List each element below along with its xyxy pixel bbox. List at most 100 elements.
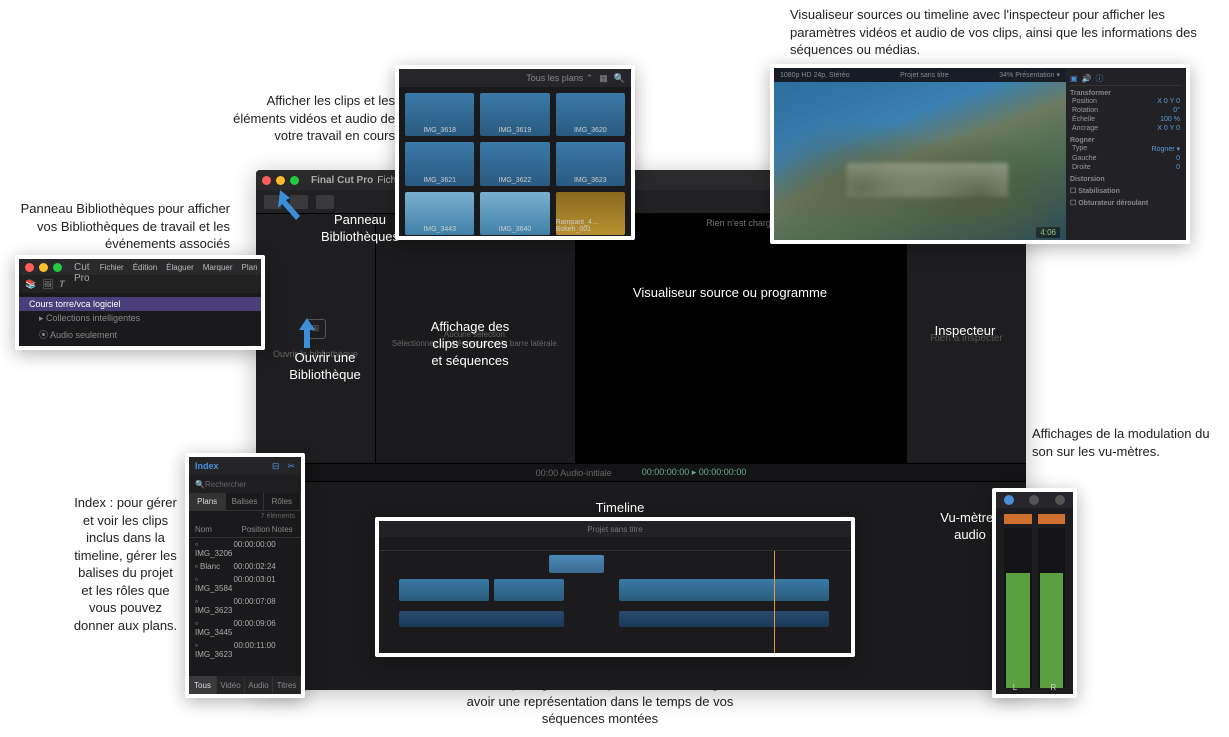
tool-icon[interactable]: ⊟ (272, 461, 280, 472)
import-button[interactable] (264, 195, 282, 209)
smart-collection-item[interactable]: ⦿ Audio seulement (19, 326, 261, 343)
clip-thumbnail[interactable]: IMG_3620 (556, 93, 625, 136)
index-filter-vidéo[interactable]: Vidéo (217, 676, 245, 694)
video-clip[interactable] (399, 579, 489, 601)
video-scope-icon[interactable] (1004, 495, 1014, 505)
libs-titlebar: Final Cut Pro FichierÉditionÉlaguerMarqu… (19, 259, 261, 275)
inspector-panel[interactable]: Rien à inspecter (906, 214, 1026, 463)
index-row[interactable]: ▫ IMG_358400:00:03:01 (189, 573, 301, 595)
clip-thumbnail[interactable]: Rampant_4…Bokeh_001 (556, 192, 625, 235)
clip-thumbnail[interactable]: IMG_3623 (556, 142, 625, 185)
index-rows[interactable]: ▫ IMG_320600:00:00:00▫ Blanc00:00:02:24▫… (189, 538, 301, 661)
index-footer-tabs[interactable]: TousVidéoAudioTitres (189, 676, 301, 694)
viewer-panel[interactable]: Rien n'est chargé (576, 214, 906, 463)
audio-clip[interactable] (399, 611, 564, 627)
browser-panel[interactable]: Aucune sélection. Sélectionnez un élémen… (376, 214, 576, 463)
zoom-icon[interactable] (290, 176, 299, 185)
smart-collection-item[interactable]: ⦿ Favoris (19, 343, 261, 350)
keyword-button[interactable] (290, 195, 308, 209)
inspector-tab[interactable]: 🔊 (1082, 74, 1092, 83)
viewer-preview[interactable]: 1080p HD 24p, Stéréo Projet sans titre 3… (774, 68, 1066, 240)
audio-clip[interactable] (619, 611, 829, 627)
timeline-ruler[interactable] (379, 537, 851, 551)
search-icon[interactable]: 🔍 (614, 73, 625, 84)
zoom-pct[interactable]: 34% (999, 72, 1013, 79)
index-row[interactable]: ▫ IMG_362300:00:11:00 (189, 639, 301, 661)
index-float: Index ⊟ ✂ 🔍 Rechercher PlansBalisesRôles… (185, 453, 305, 698)
clip-thumbnail[interactable]: IMG_3618 (405, 93, 474, 136)
clip-thumbnail[interactable]: IMG_3443 (405, 192, 474, 235)
close-icon[interactable] (262, 176, 271, 185)
grid-view-icon[interactable]: ▦ (599, 73, 608, 84)
inspector-tab[interactable]: ⓘ (1096, 73, 1104, 84)
param-row[interactable]: AncrageX 0 Y 0 (1070, 124, 1182, 133)
index-filter-titres[interactable]: Titres (273, 676, 301, 694)
col-header[interactable]: Notes (272, 525, 295, 534)
thumbnail-grid[interactable]: IMG_3618IMG_3619IMG_3620 IMG_3621IMG_3622… (399, 87, 631, 240)
video-clip[interactable] (619, 579, 829, 601)
library-row-selected[interactable]: Cours torre/vca logiciel (19, 297, 261, 311)
smart-collections[interactable]: ▸ Collections intelligentes (19, 311, 261, 326)
index-row[interactable]: ▫ IMG_362300:00:07:08 (189, 595, 301, 617)
index-tab-rôles[interactable]: Rôles (264, 493, 301, 510)
index-row[interactable]: ▫ Blanc00:00:02:24 (189, 560, 301, 573)
enhance-button[interactable] (316, 195, 334, 209)
menu-élaguer[interactable]: Élaguer (166, 263, 194, 272)
timeline-body[interactable] (379, 551, 851, 653)
video-clip[interactable] (494, 579, 564, 601)
menu-édition[interactable]: Édition (133, 263, 157, 272)
param-row[interactable]: PositionX 0 Y 0 (1070, 97, 1182, 106)
vu-header (996, 492, 1073, 508)
vu-level-bar (1006, 573, 1030, 688)
index-row[interactable]: ▫ IMG_320600:00:00:00 (189, 538, 301, 560)
menubar[interactable]: FichierÉditionÉlaguerMarquerPlanModifier… (100, 263, 265, 272)
section-stabilization[interactable]: ☐ Stabilisation (1070, 187, 1182, 195)
color-scope-icon[interactable] (1055, 495, 1065, 505)
clip-thumbnail[interactable]: IMG_3621 (405, 142, 474, 185)
inspector-float[interactable]: ▣ 🔊 ⓘ Transformer PositionX 0 Y 0Rotation0… (1066, 68, 1186, 240)
col-header[interactable]: Nom (195, 525, 242, 534)
library-icon[interactable]: 📚 (25, 279, 36, 290)
param-row[interactable]: Rotation0° (1070, 106, 1182, 115)
inspector-tab[interactable]: ▣ (1070, 74, 1078, 83)
menu-marquer[interactable]: Marquer (203, 263, 233, 272)
tool-icon[interactable]: ✂ (287, 461, 295, 472)
param-row[interactable]: TypeRogner ▾ (1070, 144, 1182, 154)
titles-icon[interactable]: 𝑻 (60, 279, 65, 290)
section-transform[interactable]: Transformer (1070, 90, 1182, 97)
view-menu[interactable]: Présentation (1015, 72, 1054, 79)
clip-thumbnail[interactable]: IMG_3622 (480, 142, 549, 185)
index-search[interactable]: 🔍 Rechercher (189, 475, 301, 493)
clip-thumbnail[interactable]: IMG_3619 (480, 93, 549, 136)
index-filter-tous[interactable]: Tous (189, 676, 217, 694)
menu-fichier[interactable]: Fichier (100, 263, 124, 272)
close-icon[interactable] (25, 263, 34, 272)
index-row[interactable]: ▫ IMG_344500:00:09:06 (189, 617, 301, 639)
index-tabs[interactable]: PlansBalisesRôles (189, 493, 301, 511)
inspector-tabs[interactable]: ▣ 🔊 ⓘ (1070, 72, 1182, 86)
clip-thumbnail[interactable]: IMG_3640 (480, 192, 549, 235)
audio-scope-icon[interactable] (1029, 495, 1039, 505)
index-filter-audio[interactable]: Audio (245, 676, 273, 694)
filter-dropdown[interactable]: Tous les plans ⌃ (526, 73, 593, 84)
connected-clip[interactable] (549, 555, 604, 573)
section-rolling-shutter[interactable]: ☐ Obturateur déroulant (1070, 199, 1182, 207)
photos-icon[interactable]: 🖼 (42, 279, 53, 290)
param-row[interactable]: Gauche0 (1070, 154, 1182, 163)
col-header[interactable]: Position (242, 525, 272, 534)
library-panel[interactable]: ⊞ Ouvrir la bibliothèque (256, 214, 376, 463)
libs-list[interactable]: Cours torre/vca logiciel ▸ Collections i… (19, 293, 261, 350)
section-crop[interactable]: Rogner (1070, 137, 1182, 144)
minimize-icon[interactable] (276, 176, 285, 185)
section-distort[interactable]: Distorsion (1070, 176, 1182, 183)
index-count: 7 éléments (189, 511, 301, 522)
playhead[interactable] (774, 551, 775, 653)
window-controls[interactable] (262, 176, 299, 185)
index-tab-balises[interactable]: Balises (226, 493, 263, 510)
param-row[interactable]: Échelle100 % (1070, 115, 1182, 124)
param-row[interactable]: Droite0 (1070, 163, 1182, 172)
minimize-icon[interactable] (39, 263, 48, 272)
menu-plan[interactable]: Plan (242, 263, 258, 272)
zoom-icon[interactable] (53, 263, 62, 272)
index-tab-plans[interactable]: Plans (189, 493, 226, 510)
